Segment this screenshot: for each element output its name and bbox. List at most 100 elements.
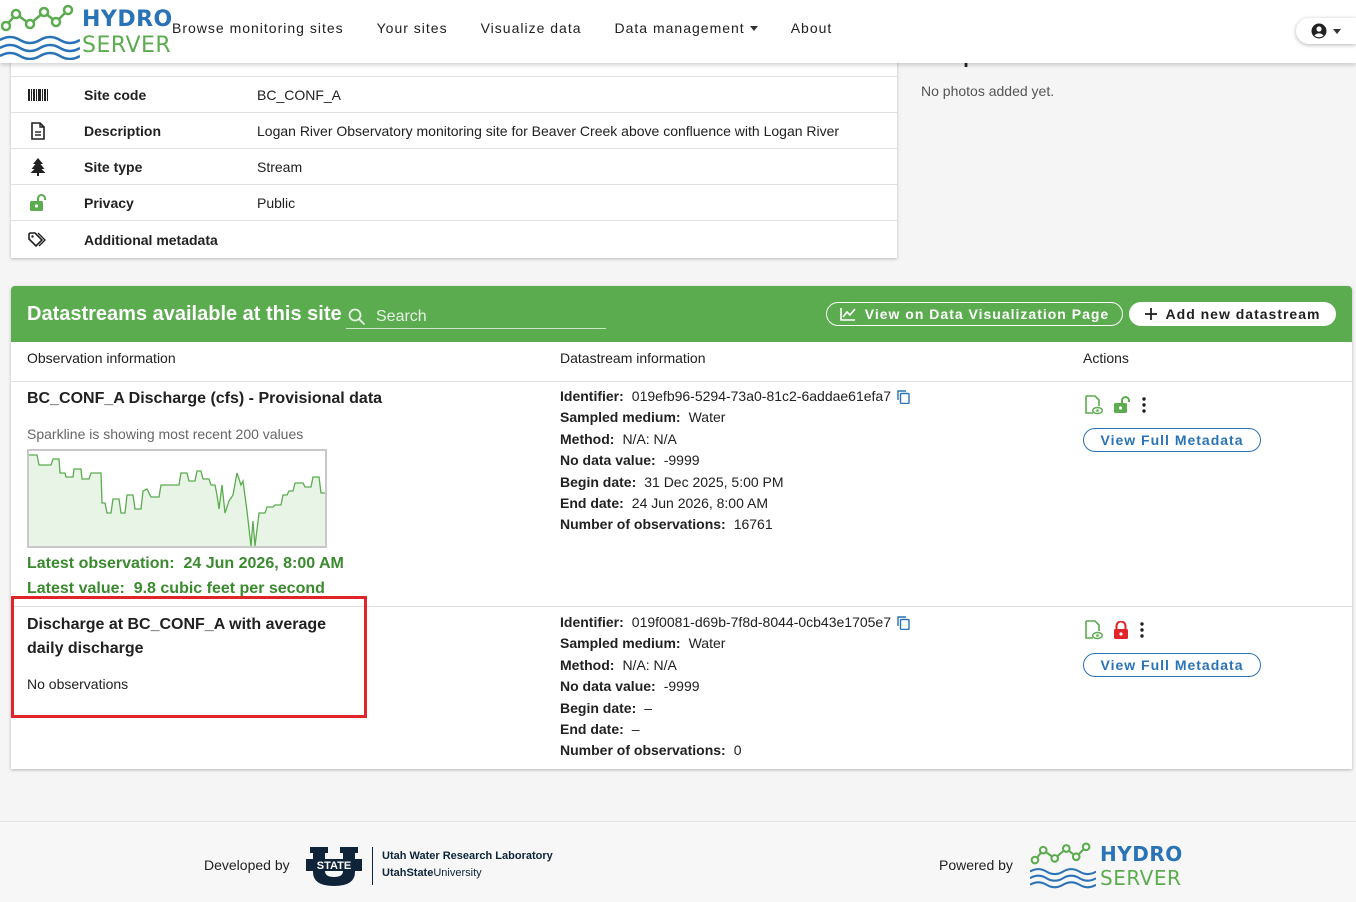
logo-line2: SERVER <box>82 33 172 58</box>
identifier-row: Identifier: 019f0081-d69b-7f8d-8044-0cb43… <box>560 612 910 633</box>
sampled-medium-label: Sampled medium: <box>560 635 681 652</box>
document-icon <box>28 121 48 141</box>
no-data-value-value: -9999 <box>663 678 700 695</box>
datastream-search[interactable] <box>346 305 606 329</box>
tag-icon <box>28 230 48 250</box>
num-observations-label: Number of observations: <box>560 516 726 533</box>
more-vert-icon[interactable] <box>1141 397 1147 413</box>
identifier-row: Identifier: 019efb96-5294-73a0-81c2-6adda… <box>560 386 910 407</box>
usu-u-logo-icon: STATE <box>306 847 362 886</box>
site-code-label: Site code <box>84 86 147 103</box>
latest-observation-value: 24 Jun 2026, 8:00 AM <box>183 555 344 572</box>
sparkline-chart[interactable] <box>27 449 327 548</box>
footer-hydroserver-logo[interactable]: HYDRO SERVER <box>1029 840 1182 890</box>
column-header-datastream[interactable]: Datastream information <box>560 350 706 366</box>
view-visualization-label: View on Data Visualization Page <box>864 306 1110 322</box>
file-visibility-icon[interactable] <box>1085 620 1103 640</box>
developed-by-text: Developed by <box>204 857 290 873</box>
begin-date-row: Begin date: – <box>560 698 910 719</box>
details-row-site-type: Site type Stream <box>11 149 897 185</box>
file-visibility-icon[interactable] <box>1085 395 1103 415</box>
nav-visualize-data[interactable]: Visualize data <box>481 20 582 36</box>
chart-line-icon <box>839 308 856 321</box>
account-menu-button[interactable] <box>1296 18 1356 44</box>
site-type-value: Stream <box>257 158 303 175</box>
usu-logo[interactable]: STATE <box>306 845 362 892</box>
unlock-icon[interactable] <box>1113 396 1131 414</box>
view-full-metadata-button[interactable]: View Full Metadata <box>1083 428 1261 452</box>
no-data-value-row: No data value: -9999 <box>560 676 910 697</box>
additional-metadata-label: Additional metadata <box>84 231 218 248</box>
barcode-icon <box>28 85 48 105</box>
hydroserver-logo-icon <box>0 4 81 61</box>
usu-name-rest: University <box>433 867 482 879</box>
sampled-medium-row: Sampled medium: Water <box>560 407 910 428</box>
sparkline-svg <box>29 454 325 547</box>
description-label: Description <box>84 122 162 139</box>
details-row-description: Description Logan River Observatory moni… <box>11 113 897 149</box>
nav-your-sites[interactable]: Your sites <box>377 20 448 36</box>
main-nav: Browse monitoring sites Your sites Visua… <box>172 20 865 36</box>
column-header-observation[interactable]: Observation information <box>27 350 176 366</box>
datastream-info: Identifier: 019efb96-5294-73a0-81c2-6adda… <box>560 386 910 536</box>
nav-browse-sites[interactable]: Browse monitoring sites <box>172 20 344 36</box>
no-data-value-value: -9999 <box>663 452 700 469</box>
num-observations-value: 16761 <box>733 516 773 533</box>
no-data-value-label: No data value: <box>560 452 656 469</box>
hydroserver-logo-icon <box>1029 842 1097 889</box>
end-date-value: 24 Jun 2026, 8:00 AM <box>631 495 768 512</box>
add-datastream-label: Add new datastream <box>1165 306 1321 322</box>
column-header-actions: Actions <box>1083 350 1129 366</box>
identifier-label: Identifier: <box>560 614 624 630</box>
lock-icon[interactable] <box>1113 621 1129 639</box>
highlight-box <box>11 596 367 718</box>
datastream-title: BC_CONF_A Discharge (cfs) - Provisional … <box>27 390 383 407</box>
site-type-label: Site type <box>84 158 143 175</box>
begin-date-value: – <box>644 699 653 716</box>
tree-icon <box>28 157 48 177</box>
account-circle-icon <box>1311 23 1327 39</box>
view-full-metadata-button[interactable]: View Full Metadata <box>1083 653 1261 677</box>
begin-date-value: 31 Dec 2025, 5:00 PM <box>644 473 784 490</box>
method-value: N/A: N/A <box>622 656 677 673</box>
datastreams-title: Datastreams available at this site <box>27 303 342 325</box>
no-data-value-row: No data value: -9999 <box>560 450 910 471</box>
details-row-additional-metadata[interactable]: Additional metadata <box>11 221 897 258</box>
sampled-medium-row: Sampled medium: Water <box>560 633 910 654</box>
identifier-value: 019f0081-d69b-7f8d-8044-0cb43e1705e7 <box>631 614 892 630</box>
privacy-value: Public <box>257 194 296 211</box>
num-observations-value: 0 <box>733 742 742 759</box>
latest-observation: Latest observation: 24 Jun 2026, 8:00 AM <box>27 555 344 573</box>
copy-icon[interactable] <box>897 616 910 631</box>
description-value: Logan River Observatory monitoring site … <box>257 122 840 139</box>
method-label: Method: <box>560 430 615 447</box>
method-row: Method: N/A: N/A <box>560 429 910 450</box>
end-date-value: – <box>631 721 640 738</box>
logo-line1: HYDRO <box>82 7 173 32</box>
nav-about[interactable]: About <box>791 20 833 36</box>
end-date-row: End date: 24 Jun 2026, 8:00 AM <box>560 493 910 514</box>
hydroserver-logo[interactable]: HYDRO SERVER <box>0 4 172 61</box>
datastreams-header: Datastreams available at this site View … <box>11 286 1352 342</box>
begin-date-row: Begin date: 31 Dec 2025, 5:00 PM <box>560 472 910 493</box>
usu-divider <box>372 847 373 885</box>
chevron-down-icon <box>1333 28 1341 34</box>
more-vert-icon[interactable] <box>1139 622 1145 638</box>
usu-logo-text: STATE <box>317 860 351 872</box>
site-details-card: Site code BC_CONF_A Description Logan Ri… <box>11 40 897 258</box>
latest-value-value: 9.8 cubic feet per second <box>133 580 325 597</box>
view-visualization-button[interactable]: View on Data Visualization Page <box>826 302 1123 326</box>
table-header-divider <box>11 381 1352 382</box>
begin-date-label: Begin date: <box>560 699 637 716</box>
end-date-row: End date: – <box>560 719 910 740</box>
footer-logo-line2: SERVER <box>1100 866 1182 890</box>
usu-name-bold: UtahState <box>382 867 434 879</box>
add-datastream-button[interactable]: Add new datastream <box>1129 302 1336 326</box>
nav-data-management-label: Data management <box>614 20 745 36</box>
powered-by-text: Powered by <box>939 857 1013 873</box>
search-input[interactable] <box>376 307 596 326</box>
nav-data-management[interactable]: Data management <box>615 20 758 36</box>
sampled-medium-label: Sampled medium: <box>560 409 681 426</box>
copy-icon[interactable] <box>897 390 910 405</box>
datastream-actions <box>1085 620 1145 640</box>
